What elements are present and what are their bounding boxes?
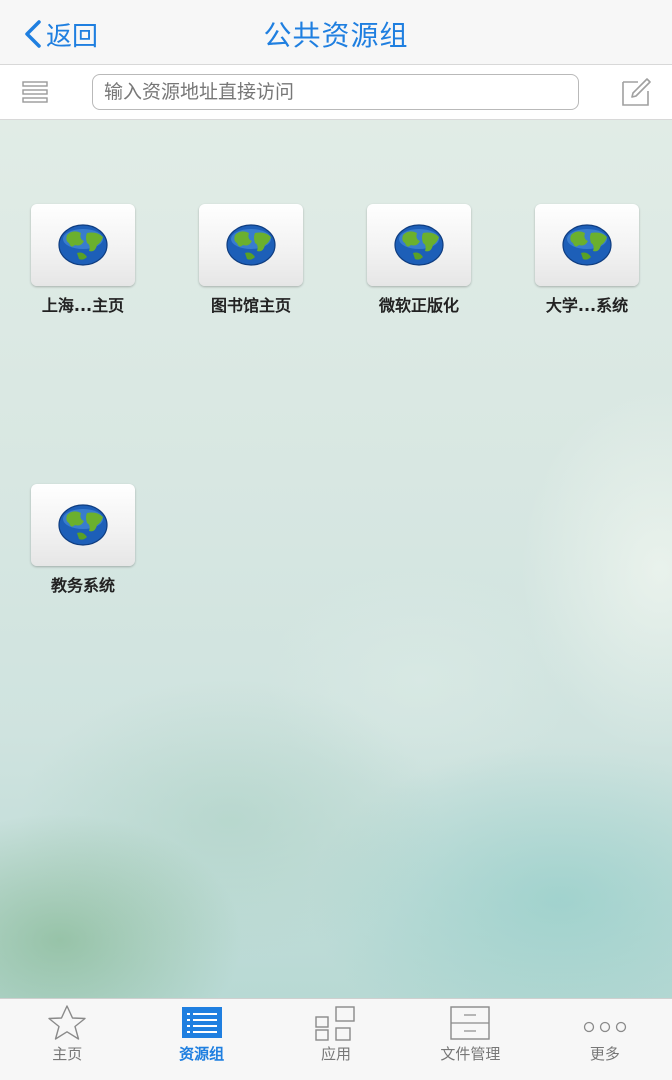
- edit-icon[interactable]: [620, 77, 652, 107]
- resource-tile-3[interactable]: 大学...系统: [519, 204, 655, 316]
- tab-apps[interactable]: 应用: [269, 999, 403, 1080]
- tab-resources[interactable]: 资源组: [134, 999, 268, 1080]
- tab-files[interactable]: 文件管理: [403, 999, 537, 1080]
- tile-icon-box: [31, 204, 135, 286]
- tile-label: 上海...主页: [41, 296, 125, 315]
- page-title: 公共资源组: [263, 19, 409, 52]
- tile-icon-box: [535, 204, 639, 286]
- tile-label: 教务系统: [50, 576, 115, 595]
- more-icon: [583, 1021, 626, 1033]
- tile-label: 图书馆主页: [210, 296, 291, 315]
- tile-icon-box: [367, 204, 471, 286]
- document-icon: [450, 1006, 491, 1040]
- list-icon: [181, 1007, 222, 1038]
- tab-label: 资源组: [179, 1045, 225, 1063]
- star-icon: [48, 1005, 86, 1040]
- globe-icon: [562, 224, 612, 266]
- tab-more[interactable]: 更多: [538, 999, 672, 1080]
- tile-label: 大学...系统: [545, 296, 629, 315]
- navigation-bar: 返回 公共资源组: [0, 0, 672, 64]
- address-toolbar: [0, 64, 672, 120]
- tab-bar: 主页 资源组 应用 文件管理 更多: [0, 998, 672, 1080]
- menu-icon[interactable]: [22, 80, 48, 104]
- resource-grid: 上海...主页 图书馆主页 微软正版化 大学...系统 教务系统: [0, 120, 672, 998]
- resource-tile-1[interactable]: 图书馆主页: [183, 204, 319, 316]
- resource-tile-2[interactable]: 微软正版化: [351, 204, 487, 316]
- globe-icon: [58, 504, 108, 546]
- tab-label: 应用: [321, 1045, 352, 1063]
- tile-icon-box: [199, 204, 303, 286]
- resource-tile-4[interactable]: 教务系统: [15, 484, 151, 596]
- tab-label: 更多: [589, 1045, 620, 1063]
- tab-label: 主页: [52, 1045, 83, 1063]
- globe-icon: [394, 224, 444, 266]
- url-input[interactable]: [92, 74, 579, 110]
- tab-home[interactable]: 主页: [0, 999, 134, 1080]
- resource-tile-0[interactable]: 上海...主页: [15, 204, 151, 316]
- tile-label: 微软正版化: [378, 296, 459, 315]
- globe-icon: [58, 224, 108, 266]
- tile-icon-box: [31, 484, 135, 566]
- apps-grid-icon: [315, 1006, 355, 1041]
- globe-icon: [226, 224, 276, 266]
- tab-label: 文件管理: [440, 1045, 501, 1063]
